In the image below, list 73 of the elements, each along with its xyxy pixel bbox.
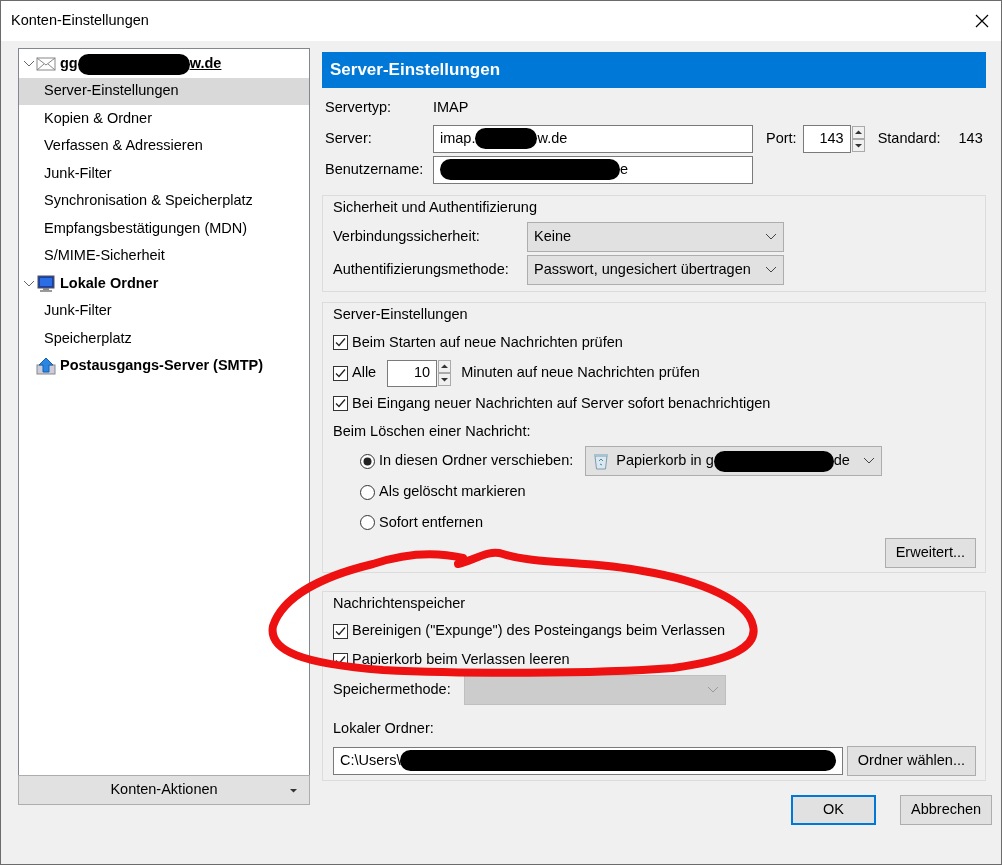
dialog-button[interactable]: Abbrechen xyxy=(900,794,992,825)
radio-button[interactable] xyxy=(360,453,375,469)
monitor-icon xyxy=(36,274,56,293)
folder-path-field[interactable]: C:\Users\ xyxy=(333,746,843,775)
window-title: Konten-Einstellungen xyxy=(11,11,149,31)
checkbox-label[interactable]: Bereinigen ("Expunge") des Posteingangs beim Verlassen xyxy=(352,620,726,643)
checkbox[interactable] xyxy=(333,396,348,412)
radio-label[interactable]: Sofort entfernen xyxy=(379,511,483,534)
spin-up-icon[interactable] xyxy=(438,360,452,374)
chevron-icon xyxy=(765,266,777,275)
dialog-button[interactable]: OK xyxy=(791,794,876,825)
tree-item[interactable]: gg w.de xyxy=(19,50,309,78)
upload-arrow-icon xyxy=(36,357,56,376)
chevron-icon xyxy=(707,686,719,695)
field-label: Verbindungssicherheit: xyxy=(333,227,481,247)
folder-dropdown[interactable]: Papierkorb in g de xyxy=(585,446,883,476)
tree-item[interactable]: Verfassen & Adressieren xyxy=(19,132,309,160)
field-label: Servertyp: xyxy=(324,97,393,117)
field-label: Standard: xyxy=(877,128,941,148)
tree-item[interactable]: Lokale Ordner xyxy=(19,270,309,298)
spin-up-icon[interactable] xyxy=(851,125,865,139)
dropdown[interactable]: Keine xyxy=(527,222,784,253)
checkbox[interactable] xyxy=(333,365,348,381)
tree-item[interactable]: Junk-Filter xyxy=(19,160,309,188)
radio-label[interactable]: Als gelöscht markieren xyxy=(379,481,526,504)
field-label: Minuten auf neue Nachrichten prüfen xyxy=(461,363,700,383)
tree-item[interactable]: S/MIME-Sicherheit xyxy=(19,242,309,270)
checkbox-label[interactable]: Alle xyxy=(352,362,377,385)
checkbox-label[interactable]: Papierkorb beim Verlassen leeren xyxy=(352,649,570,672)
checkbox[interactable] xyxy=(333,335,348,351)
tree-item[interactable]: Speicherplatz xyxy=(19,325,309,353)
checkbox-label[interactable]: Bei Eingang neuer Nachrichten auf Server sofort benachrichtigen xyxy=(352,392,771,415)
checkbox-label[interactable]: Beim Starten auf neue Nachrichten prüfen xyxy=(352,331,623,354)
field-label: Speichermethode: xyxy=(333,680,452,700)
spin-down-icon[interactable] xyxy=(438,373,452,387)
port-field[interactable]: 143 xyxy=(802,124,851,153)
chevron-icon xyxy=(863,457,876,465)
dropdown[interactable]: Passwort, ungesichert übertragen xyxy=(527,255,784,286)
choose-folder-button[interactable]: Ordner wählen... xyxy=(846,745,976,776)
field-label: Server: xyxy=(324,128,373,148)
spin-down-icon[interactable] xyxy=(851,138,865,152)
trash-icon xyxy=(592,451,611,471)
group-title: Sicherheit und Authentifizierung xyxy=(333,198,538,217)
advanced-button[interactable]: Erweitert... xyxy=(884,538,976,568)
group-title: Server-Einstellungen xyxy=(333,304,469,324)
radio-label[interactable]: In diesen Ordner verschieben: xyxy=(379,450,574,472)
group-title: Nachrichtenspeicher xyxy=(333,594,467,613)
radio-button[interactable] xyxy=(360,515,375,531)
redaction-mark xyxy=(475,128,538,149)
envelope-icon xyxy=(36,54,56,73)
account-actions-button[interactable]: Konten-Aktionen xyxy=(18,775,310,805)
interval-field[interactable]: 10 xyxy=(387,359,438,387)
username-field[interactable]: e xyxy=(433,155,753,184)
tree-item[interactable]: Postausgangs-Server (SMTP) xyxy=(19,352,309,380)
field-label: Lokaler Ordner: xyxy=(333,718,435,738)
caret-icon xyxy=(290,789,297,793)
field-label: Authentifizierungsmethode: xyxy=(333,260,510,280)
tree-item[interactable]: Kopien & Ordner xyxy=(19,105,309,133)
tree-item[interactable]: Synchronisation & Speicherplatz xyxy=(19,187,309,215)
server-field[interactable]: imap. w.de xyxy=(433,124,753,153)
field-value: 143 xyxy=(958,128,983,148)
chevron-icon xyxy=(765,233,777,242)
tree-item[interactable]: Server-Einstellungen xyxy=(19,77,309,105)
panel-header: Server-Einstellungen xyxy=(322,52,986,88)
field-value: IMAP xyxy=(433,97,469,117)
close-icon[interactable] xyxy=(975,14,989,28)
field-label: Port: xyxy=(766,128,797,148)
radio-button[interactable] xyxy=(360,484,375,500)
checkbox[interactable] xyxy=(333,623,348,639)
tree-item[interactable]: Junk-Filter xyxy=(19,297,309,325)
tree-item[interactable]: Empfangsbestätigungen (MDN) xyxy=(19,215,309,243)
field-label: Benutzername: xyxy=(324,159,425,179)
section-label: Beim Löschen einer Nachricht: xyxy=(333,422,532,442)
